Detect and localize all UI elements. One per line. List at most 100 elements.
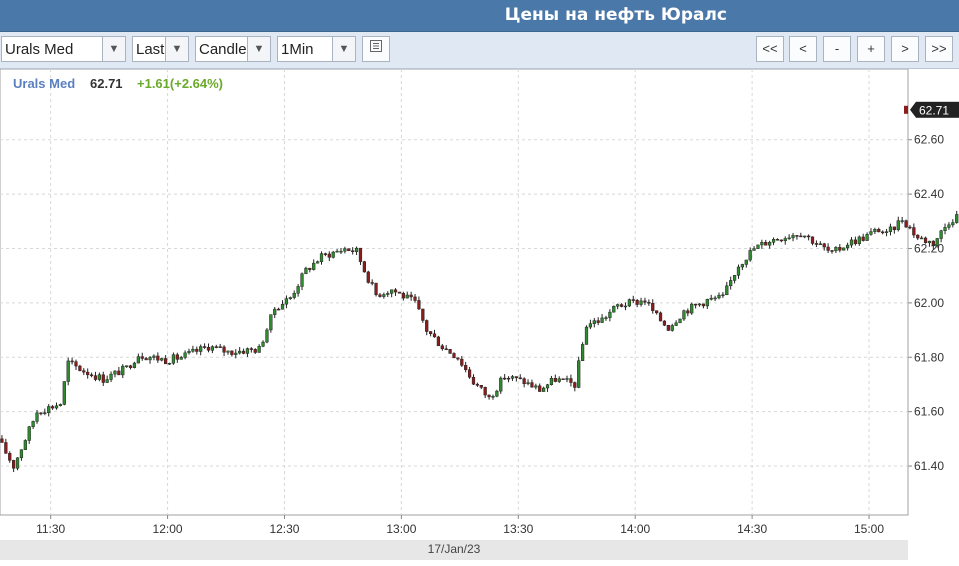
candle-body: [600, 317, 604, 323]
table-icon: [370, 40, 382, 52]
candle-body: [70, 360, 74, 363]
last-price-tick: [904, 105, 908, 114]
candle-body: [845, 244, 850, 249]
y-axis: 61.40 61.60 61.80 62.00 62.20 62.40 62.60 62.71: [908, 101, 959, 473]
prev-button[interactable]: <: [789, 36, 817, 62]
data-table-button[interactable]: [362, 36, 390, 62]
candle-body: [916, 234, 920, 239]
candle-body: [144, 358, 148, 361]
candle-body: [666, 325, 670, 331]
candle-body: [300, 273, 304, 287]
candle-body: [830, 250, 834, 252]
chevron-down-icon[interactable]: ▼: [165, 37, 188, 61]
candle-body: [791, 235, 795, 239]
candle-body: [393, 289, 398, 293]
candle-body: [109, 373, 113, 380]
candle-body: [549, 377, 554, 385]
candle-body: [471, 376, 476, 385]
candle-body: [199, 346, 203, 352]
zoom-in-button[interactable]: +: [857, 36, 885, 62]
candle-body: [822, 243, 826, 248]
legend-symbol: Urals Med: [13, 76, 75, 91]
x-tick-label: 14:30: [737, 522, 767, 536]
candle-body: [658, 312, 663, 322]
first-button[interactable]: <<: [756, 36, 784, 62]
candle-body: [452, 353, 456, 359]
symbol-select[interactable]: Urals Med ▼: [1, 36, 126, 62]
candle-body: [152, 355, 156, 358]
candle-body: [401, 292, 405, 299]
x-axis: 11:30 12:00 12:30 13:00 13:30 14:00 14:30 15:00: [36, 515, 884, 536]
candle-body: [66, 360, 70, 382]
candle-body: [171, 354, 176, 364]
candle-body: [164, 358, 168, 365]
candle-body: [713, 297, 717, 300]
candle-body: [191, 348, 195, 352]
candle-body: [701, 303, 706, 307]
candle-body: [378, 294, 382, 297]
chart-style-select[interactable]: Candle ▼: [195, 36, 271, 62]
y-tick-label: 61.60: [914, 405, 944, 419]
x-tick-label: 11:30: [36, 522, 65, 536]
candle-body: [619, 304, 624, 307]
candle-body: [23, 440, 27, 450]
chevron-down-icon[interactable]: ▼: [247, 37, 270, 61]
plot-area: [0, 69, 909, 516]
candle-body: [752, 248, 756, 251]
candle-body: [709, 297, 713, 300]
candle-body: [853, 239, 858, 244]
candle-body: [218, 346, 222, 348]
chevron-down-icon[interactable]: ▼: [332, 37, 355, 61]
candle-body: [865, 234, 869, 241]
y-tick-label: 61.80: [914, 350, 944, 364]
candle-body: [955, 214, 959, 223]
candle-body: [826, 246, 830, 251]
candle-body: [179, 357, 183, 360]
candle-body: [405, 294, 409, 299]
candle-body: [744, 259, 748, 265]
last-button[interactable]: >>: [925, 36, 953, 62]
candle-body: [413, 296, 417, 301]
candle-body: [635, 299, 639, 305]
candle-body: [4, 442, 8, 454]
symbol-select-value: Urals Med: [5, 41, 74, 58]
last-price-pointer: [910, 101, 916, 118]
chart-style-value: Candle: [199, 41, 247, 58]
candle-body: [89, 374, 94, 377]
candle-body: [117, 370, 121, 376]
title-bar: Цены на нефть Юралс: [0, 0, 959, 32]
price-type-select[interactable]: Last ▼: [132, 36, 189, 62]
candle-body: [54, 405, 59, 409]
candle-body: [277, 308, 281, 311]
candle-body: [257, 346, 261, 353]
candle-body: [775, 239, 780, 241]
zoom-out-button[interactable]: -: [823, 36, 851, 62]
chevron-down-icon[interactable]: ▼: [102, 37, 125, 61]
candle-body: [421, 308, 425, 321]
next-button[interactable]: >: [891, 36, 919, 62]
candle-body: [288, 297, 292, 299]
legend-change: +1.61(+2.64%): [137, 76, 223, 91]
candle-body: [43, 412, 47, 414]
last-price-label: 62.71: [919, 103, 949, 117]
candle-body: [705, 299, 709, 307]
candle-body: [292, 292, 296, 298]
candle-body: [534, 385, 538, 388]
candle-body: [50, 406, 55, 409]
candle-body: [495, 390, 499, 397]
candle-body: [148, 357, 152, 361]
candle-body: [156, 355, 160, 361]
candle-body: [561, 378, 565, 380]
price-chart[interactable]: 61.40 61.60 61.80 62.00 62.20 62.40 62.60 62.71…: [0, 69, 959, 540]
candle-body: [904, 220, 908, 228]
candle-body: [74, 361, 78, 367]
candle-body: [884, 231, 889, 233]
candle-body: [456, 357, 460, 360]
interval-select[interactable]: 1Min ▼: [277, 36, 356, 62]
date-label: 17/Jan/23: [427, 542, 481, 556]
candle-body: [78, 365, 82, 371]
candle-body: [920, 237, 924, 240]
candle-body: [269, 314, 273, 331]
candle-body: [592, 320, 596, 324]
candle-body: [736, 266, 741, 276]
